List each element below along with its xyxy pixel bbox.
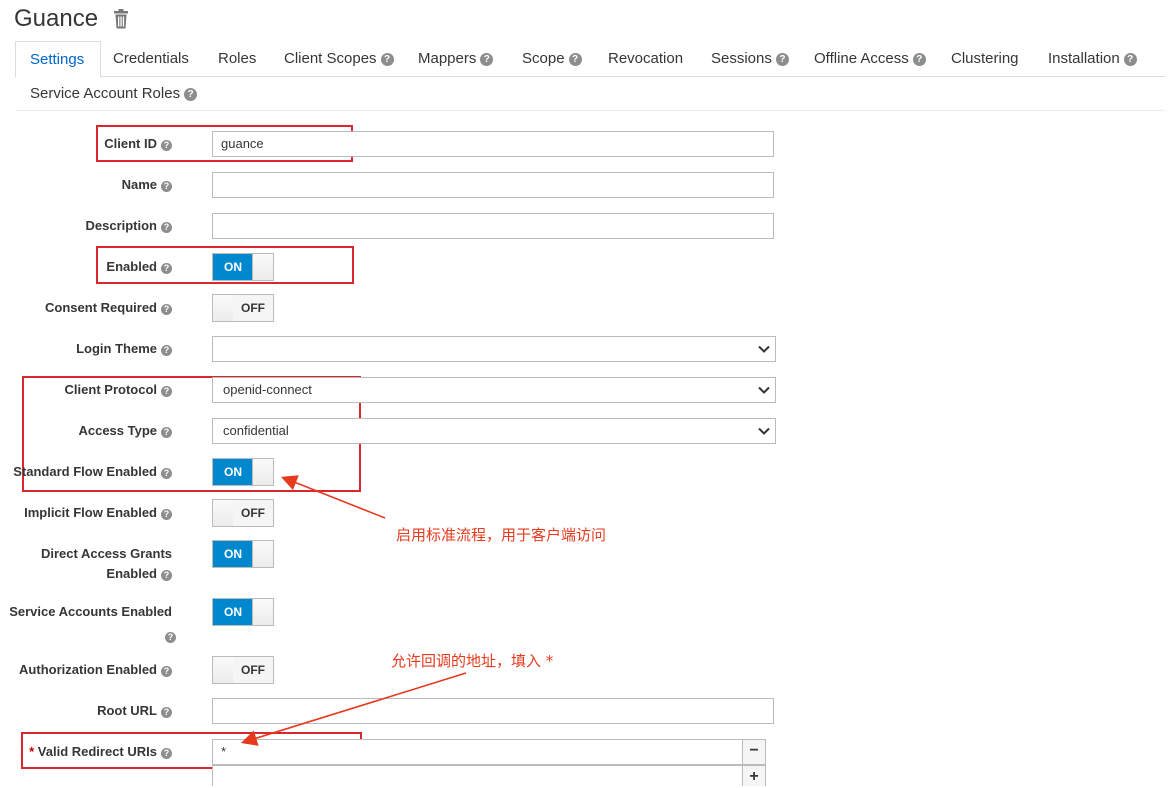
arrow-redirect-uris [240, 672, 467, 746]
annotation-redirect: 允许回调的地址，填入 * [391, 652, 554, 670]
arrow-standard-flow [281, 475, 386, 519]
annotation-arrows [240, 475, 467, 746]
annotation-standard-flow: 启用标准流程，用于客户端访问 [396, 526, 607, 544]
